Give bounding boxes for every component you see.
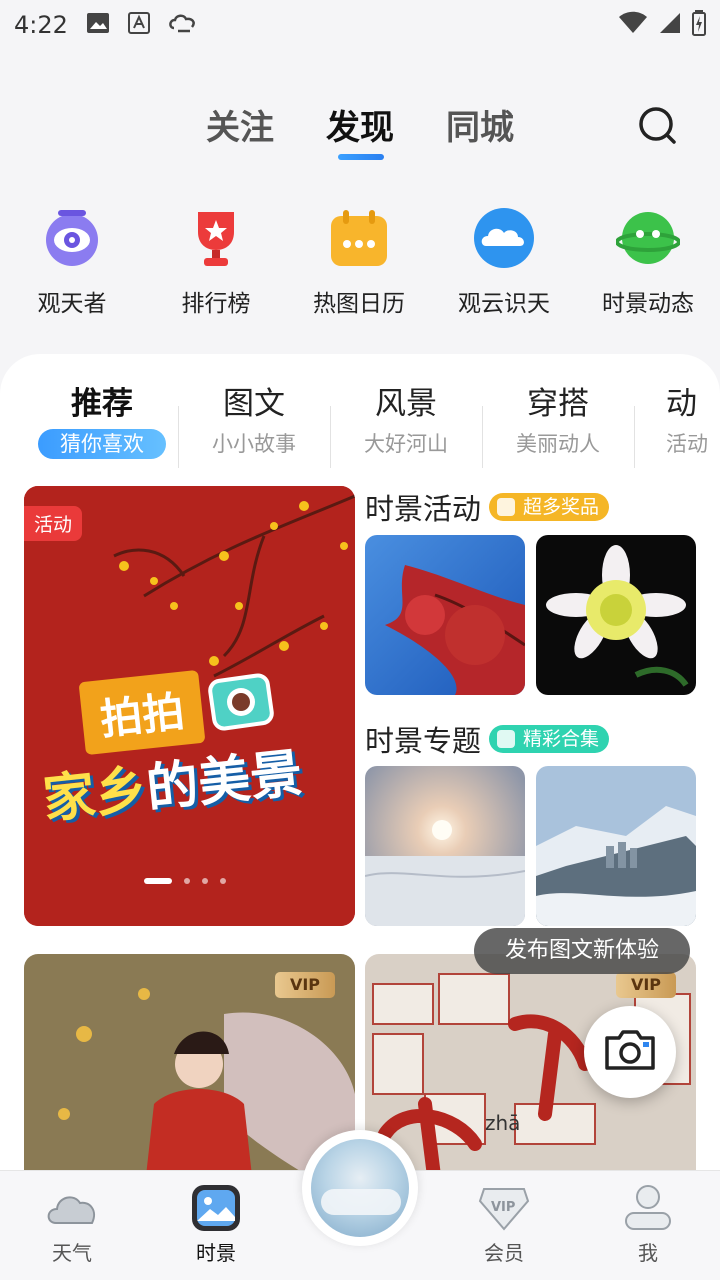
quick-entries: 观天者 排行榜 热图日历 观云识天 时景动态 bbox=[0, 200, 720, 320]
camera-icon bbox=[603, 1028, 657, 1076]
maple-photo bbox=[365, 535, 525, 695]
quick-item-cloud[interactable]: 观云识天 bbox=[439, 200, 569, 318]
quick-label: 观天者 bbox=[37, 291, 107, 317]
nav-scenery[interactable]: 时景 bbox=[156, 1183, 276, 1266]
snow-mountain-photo bbox=[536, 766, 696, 926]
pager-dot bbox=[144, 878, 172, 884]
sunrise-photo bbox=[365, 766, 525, 926]
pill-label: 精彩合集 bbox=[523, 728, 600, 750]
search-icon[interactable] bbox=[638, 106, 678, 146]
top-tabs: 关注 发现 同城 bbox=[0, 100, 720, 160]
planet-icon bbox=[615, 206, 681, 270]
nav-vip[interactable]: VIP 会员 bbox=[444, 1183, 564, 1266]
banner-pager bbox=[144, 878, 226, 884]
sky-orb-icon bbox=[311, 1139, 409, 1237]
pager-dot bbox=[184, 878, 190, 884]
cloud-sync-icon bbox=[168, 12, 198, 38]
quick-item-ranking[interactable]: 排行榜 bbox=[151, 200, 281, 318]
nav-weather[interactable]: 天气 bbox=[12, 1183, 132, 1266]
svg-text:VIP: VIP bbox=[491, 1200, 515, 1215]
activity-thumb-maple[interactable] bbox=[365, 535, 525, 695]
activity-section-header[interactable]: 时景活动 超多奖品 bbox=[365, 486, 610, 528]
center-sky-button[interactable] bbox=[302, 1130, 418, 1246]
section-title: 时景活动 bbox=[365, 492, 482, 526]
eye-icon bbox=[40, 206, 104, 270]
category-sub: 猜你喜欢 bbox=[38, 429, 166, 459]
quick-item-observer[interactable]: 观天者 bbox=[7, 200, 137, 318]
cloud-nav-icon bbox=[44, 1183, 100, 1233]
vip-badge: VIP bbox=[616, 972, 676, 998]
category-scenery[interactable]: 风景 大好河山 bbox=[330, 378, 482, 459]
svg-text:zhā: zhā bbox=[485, 1111, 520, 1135]
vip-badge: VIP bbox=[275, 972, 335, 998]
pill-label: 超多奖品 bbox=[523, 496, 600, 518]
calendar-icon bbox=[327, 206, 391, 270]
pager-dot bbox=[220, 878, 226, 884]
category-activity[interactable]: 动 活动 bbox=[634, 378, 720, 459]
nav-me[interactable]: 我 bbox=[588, 1183, 708, 1266]
camera-button[interactable] bbox=[584, 1006, 676, 1098]
signal-icon bbox=[658, 11, 682, 39]
nav-label: 时景 bbox=[196, 1241, 236, 1265]
category-recommend[interactable]: 推荐 猜你喜欢 bbox=[26, 378, 178, 459]
vip-nav-icon: VIP bbox=[476, 1183, 532, 1233]
activity-badge: 活动 bbox=[24, 506, 83, 541]
category-sub: 小小故事 bbox=[212, 432, 296, 456]
activity-banner[interactable]: 活动 拍拍 家乡的美景 bbox=[24, 486, 355, 926]
category-sub: 活动 bbox=[666, 432, 708, 456]
quick-label: 热图日历 bbox=[313, 291, 405, 317]
category-sub: 大好河山 bbox=[364, 432, 448, 456]
topic-thumb-sunrise[interactable] bbox=[365, 766, 525, 926]
category-title: 图文 bbox=[223, 386, 285, 422]
trophy-icon bbox=[184, 206, 248, 270]
gallery-icon bbox=[86, 12, 110, 38]
category-title: 推荐 bbox=[71, 386, 133, 422]
grid-icon bbox=[497, 730, 516, 748]
tab-local[interactable]: 同城 bbox=[446, 100, 514, 149]
quick-label: 排行榜 bbox=[181, 291, 251, 317]
section-title: 时景专题 bbox=[365, 724, 482, 758]
cloud-icon bbox=[472, 206, 536, 270]
category-graphic[interactable]: 图文 小小故事 bbox=[178, 378, 330, 459]
gift-icon bbox=[497, 498, 516, 516]
nav-label: 我 bbox=[638, 1241, 658, 1265]
category-title: 穿搭 bbox=[527, 386, 589, 422]
wifi-icon bbox=[618, 11, 648, 39]
font-icon bbox=[127, 12, 150, 38]
category-outfit[interactable]: 穿搭 美丽动人 bbox=[482, 378, 634, 459]
pager-dot bbox=[202, 878, 208, 884]
category-sub: 美丽动人 bbox=[516, 432, 600, 456]
category-title: 风景 bbox=[375, 386, 437, 422]
topic-thumb-snow-mountain[interactable] bbox=[536, 766, 696, 926]
banner-hometown: 家乡 bbox=[40, 759, 150, 831]
category-tabs: 推荐 猜你喜欢 图文 小小故事 风景 大好河山 穿搭 美丽动人 动 活动 bbox=[0, 378, 720, 468]
screen: 4:22 关注 发现 同城 观天者 排行榜 热图日历 观云识天 时景动态 推荐 … bbox=[0, 0, 720, 1280]
quick-item-calendar[interactable]: 热图日历 bbox=[294, 200, 424, 318]
status-time: 4:22 bbox=[14, 11, 68, 39]
user-nav-icon bbox=[620, 1183, 676, 1233]
tab-discover[interactable]: 发现 bbox=[326, 100, 394, 149]
collection-pill: 精彩合集 bbox=[489, 725, 610, 753]
prize-pill: 超多奖品 bbox=[489, 493, 610, 521]
nav-label: 会员 bbox=[484, 1241, 524, 1265]
topic-section-header[interactable]: 时景专题 精彩合集 bbox=[365, 718, 610, 760]
status-bar: 4:22 bbox=[0, 0, 720, 50]
category-title: 动 bbox=[666, 386, 697, 422]
picture-nav-icon bbox=[188, 1183, 244, 1233]
publish-tip[interactable]: 发布图文新体验 bbox=[474, 928, 690, 974]
status-right bbox=[618, 10, 706, 40]
quick-label: 时景动态 bbox=[602, 291, 694, 317]
chrysanthemum-photo bbox=[536, 535, 696, 695]
quick-label: 观云识天 bbox=[458, 291, 550, 317]
nav-label: 天气 bbox=[52, 1241, 92, 1265]
tab-active-indicator bbox=[338, 154, 384, 160]
battery-icon bbox=[692, 10, 706, 40]
activity-thumb-chrysanthemum[interactable] bbox=[536, 535, 696, 695]
tab-follow[interactable]: 关注 bbox=[206, 100, 274, 149]
quick-item-dynamics[interactable]: 时景动态 bbox=[583, 200, 713, 318]
